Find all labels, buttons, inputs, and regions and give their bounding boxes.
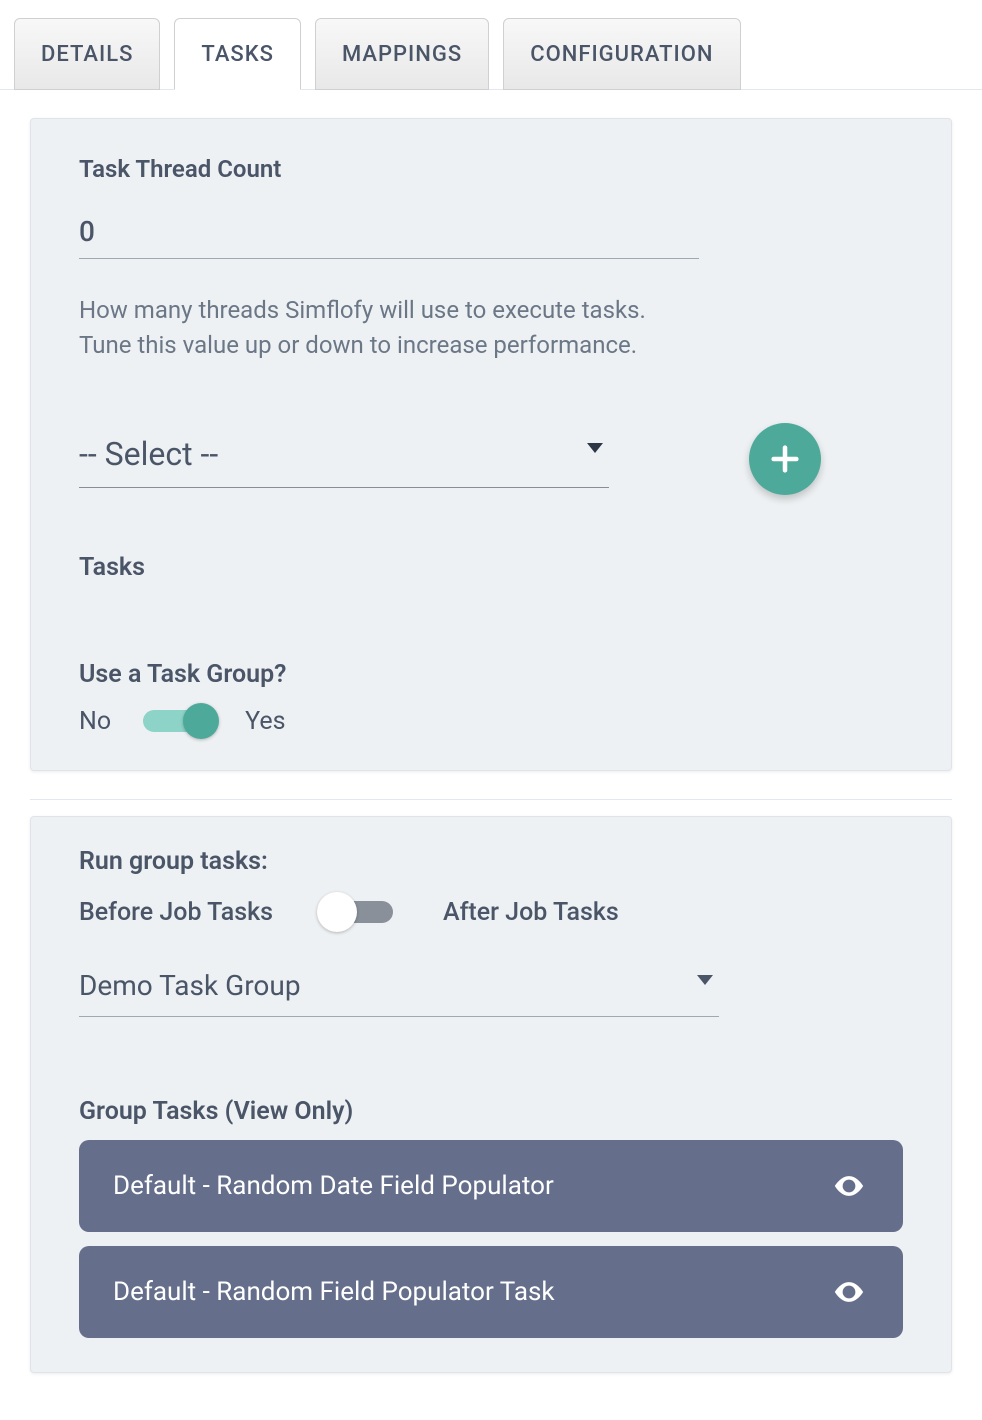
toggle-knob xyxy=(317,892,357,932)
task-select[interactable]: -- Select -- xyxy=(79,429,609,488)
group-tasks-view-label: Group Tasks (View Only) xyxy=(79,1097,903,1126)
after-job-tasks-label: After Job Tasks xyxy=(443,898,619,927)
run-group-label: Run group tasks: xyxy=(79,847,903,876)
group-tasks-card: Run group tasks: Before Job Tasks After … xyxy=(30,816,952,1373)
tab-configuration[interactable]: CONFIGURATION xyxy=(503,18,740,90)
group-task-item-label: Default - Random Field Populator Task xyxy=(113,1277,555,1307)
run-group-toggle[interactable] xyxy=(323,901,393,923)
before-job-tasks-label: Before Job Tasks xyxy=(79,898,273,927)
thread-count-label: Task Thread Count xyxy=(79,155,903,183)
view-task-button[interactable] xyxy=(829,1272,869,1312)
tab-details[interactable]: DETAILS xyxy=(14,18,160,90)
tasks-section-label: Tasks xyxy=(79,553,903,582)
group-task-item: Default - Random Field Populator Task xyxy=(79,1246,903,1338)
toggle-no-label: No xyxy=(79,707,111,736)
tab-mappings[interactable]: MAPPINGS xyxy=(315,18,489,90)
add-task-button[interactable] xyxy=(749,423,821,495)
tab-tasks[interactable]: TASKS xyxy=(174,18,301,90)
view-task-button[interactable] xyxy=(829,1166,869,1206)
task-select-wrap: -- Select -- xyxy=(79,429,609,488)
use-task-group-toggle[interactable] xyxy=(143,710,213,732)
tab-bar: DETAILS TASKS MAPPINGS CONFIGURATION xyxy=(0,0,982,90)
group-task-item: Default - Random Date Field Populator xyxy=(79,1140,903,1232)
toggle-knob xyxy=(183,703,219,739)
thread-count-help: How many threads Simflofy will use to ex… xyxy=(79,293,699,363)
card-divider xyxy=(30,799,952,800)
task-group-select[interactable]: Demo Task Group xyxy=(79,963,719,1017)
group-task-item-label: Default - Random Date Field Populator xyxy=(113,1171,554,1201)
tasks-card: Task Thread Count How many threads Simfl… xyxy=(30,118,952,771)
use-task-group-label: Use a Task Group? xyxy=(79,660,903,689)
toggle-yes-label: Yes xyxy=(245,707,285,736)
eye-icon xyxy=(832,1169,866,1203)
plus-icon xyxy=(768,442,802,476)
eye-icon xyxy=(832,1275,866,1309)
thread-count-input[interactable] xyxy=(79,209,699,259)
